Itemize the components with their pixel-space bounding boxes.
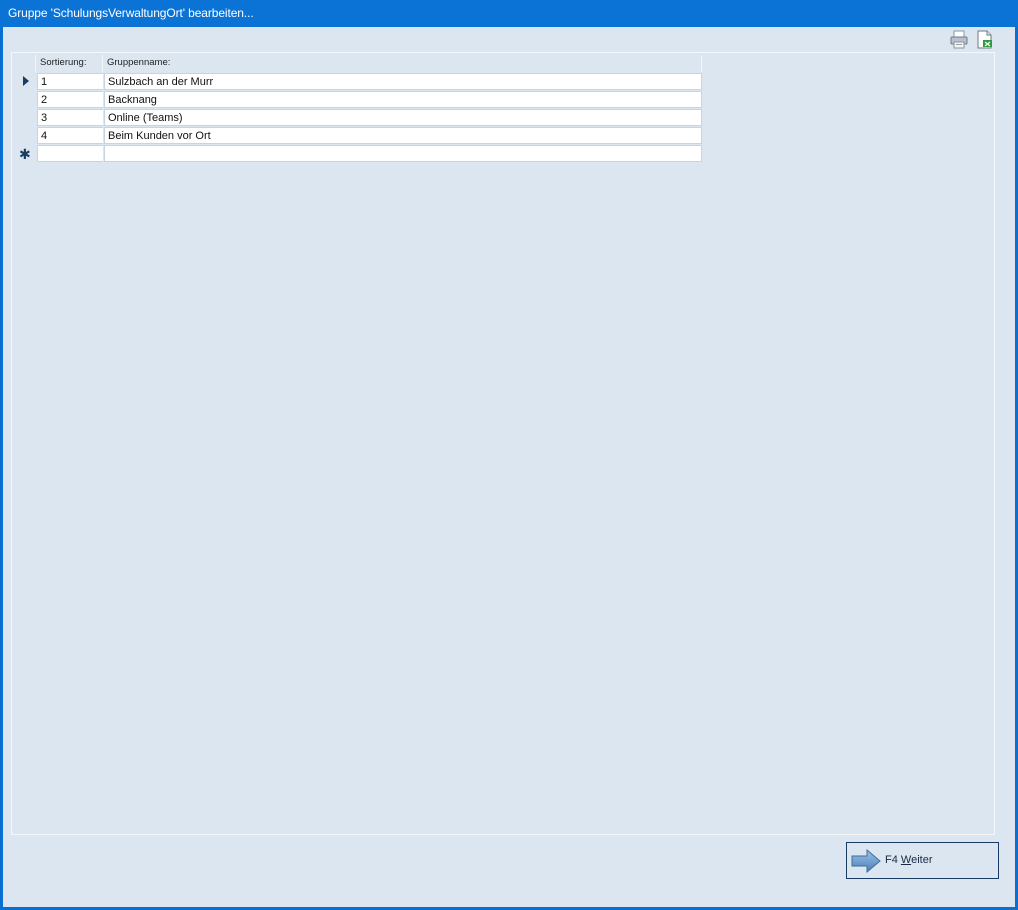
printer-icon[interactable] <box>950 30 968 49</box>
row-selector[interactable] <box>15 127 36 144</box>
window-title: Gruppe 'SchulungsVerwaltungOrt' bearbeit… <box>8 6 254 20</box>
table-row[interactable]: 2 Backnang <box>15 91 702 109</box>
gruppenname-cell[interactable] <box>104 145 702 162</box>
gruppenname-cell[interactable]: Backnang <box>104 91 702 108</box>
sortierung-cell[interactable]: 1 <box>37 73 103 90</box>
sortierung-cell[interactable]: 4 <box>37 127 103 144</box>
current-row-arrow-icon <box>23 76 29 86</box>
content-panel: Sortierung: Gruppenname: 1 Sulzbach an d… <box>11 52 995 835</box>
arrow-right-icon <box>851 848 881 878</box>
new-row[interactable]: ✱ <box>15 145 702 163</box>
next-button-label: F4 Weiter <box>885 854 933 866</box>
column-header-gruppenname[interactable]: Gruppenname: <box>104 55 702 72</box>
group-grid: Sortierung: Gruppenname: 1 Sulzbach an d… <box>15 55 702 163</box>
column-header-sortierung[interactable]: Sortierung: <box>37 55 103 72</box>
row-selector[interactable] <box>15 109 36 126</box>
row-selector[interactable] <box>15 91 36 108</box>
row-selector[interactable]: ✱ <box>15 145 36 162</box>
sortierung-cell[interactable]: 3 <box>37 109 103 126</box>
sortierung-cell[interactable] <box>37 145 103 162</box>
row-selector[interactable] <box>15 73 36 90</box>
sortierung-cell[interactable]: 2 <box>37 91 103 108</box>
next-button[interactable]: F4 Weiter <box>846 842 999 879</box>
gruppenname-cell[interactable]: Sulzbach an der Murr <box>104 73 702 90</box>
table-row[interactable]: 4 Beim Kunden vor Ort <box>15 127 702 145</box>
export-icon[interactable] <box>976 30 994 49</box>
grid-header-row: Sortierung: Gruppenname: <box>15 55 702 73</box>
table-row[interactable]: 3 Online (Teams) <box>15 109 702 127</box>
gruppenname-cell[interactable]: Beim Kunden vor Ort <box>104 127 702 144</box>
dialog-window: Gruppe 'SchulungsVerwaltungOrt' bearbeit… <box>0 0 1018 910</box>
row-selector-header <box>15 55 36 72</box>
table-row[interactable]: 1 Sulzbach an der Murr <box>15 73 702 91</box>
new-row-icon: ✱ <box>19 146 31 162</box>
gruppenname-cell[interactable]: Online (Teams) <box>104 109 702 126</box>
title-bar[interactable]: Gruppe 'SchulungsVerwaltungOrt' bearbeit… <box>0 0 1018 27</box>
